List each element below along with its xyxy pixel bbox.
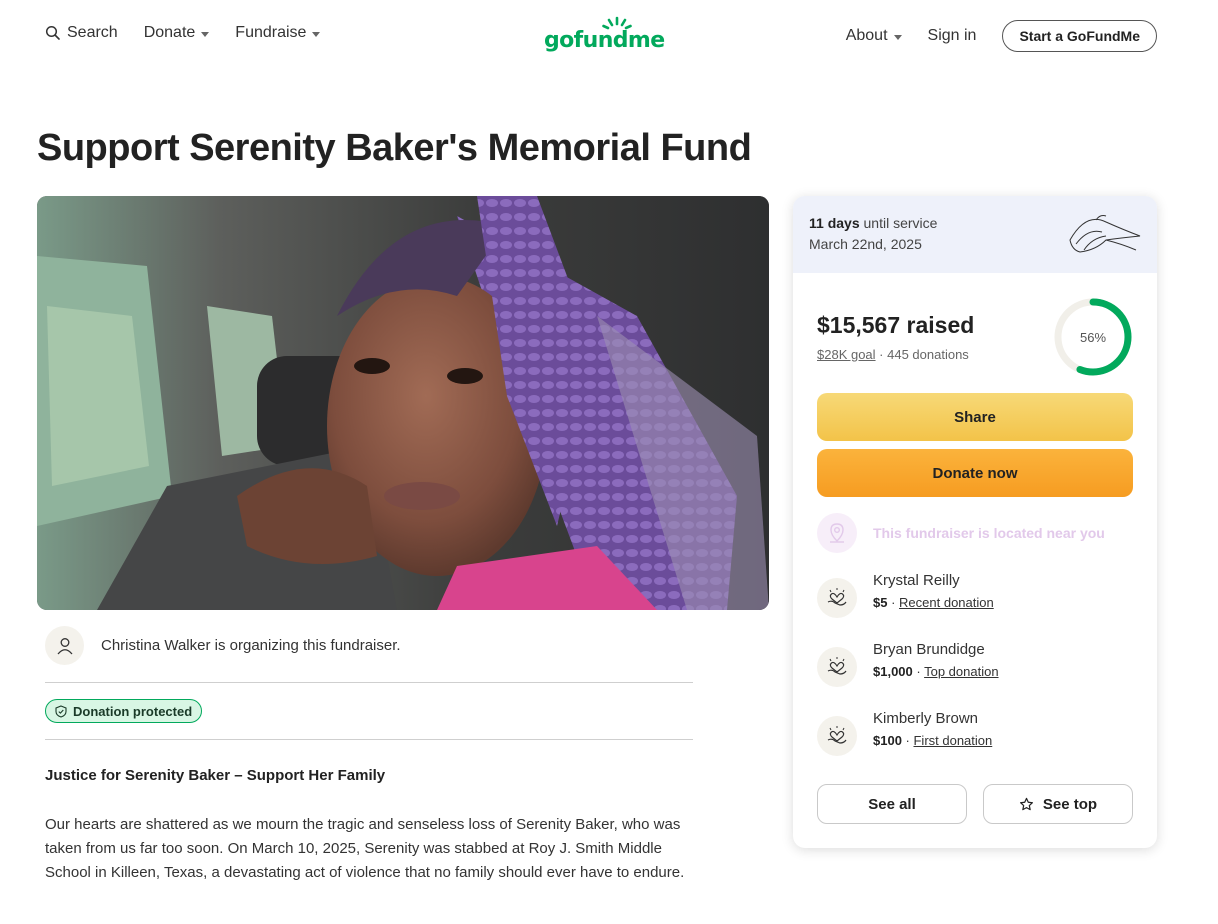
nav-left: Search Donate Fundraise [45,24,321,42]
campaign-photo[interactable] [37,196,769,610]
donor-separator: · [912,664,925,679]
share-button[interactable]: Share [817,393,1133,441]
donation-protected-label: Donation protected [73,703,193,719]
page-title: Support Serenity Baker's Memorial Fund [37,127,752,169]
person-icon [56,637,73,654]
donor-detail: $5 · Recent donation [873,595,994,610]
donate-menu[interactable]: Donate [144,24,210,42]
start-gofundme-button[interactable]: Start a GoFundMe [1002,20,1157,52]
nav-right: About Sign in Start a GoFundMe [846,20,1157,52]
logo-text: gofundme [544,28,665,53]
donor-info: Kimberly Brown $100 · First donation [873,710,992,748]
start-gofundme-label: Start a GoFundMe [1019,28,1140,44]
heart-hand-icon [817,647,857,687]
near-you-row: This fundraiser is located near you [817,513,1105,553]
amount-raised: $15,567 raised [817,312,975,338]
chevron-down-icon [893,34,902,40]
donate-menu-label: Donate [143,24,196,41]
goal-link[interactable]: $28K goal [817,347,876,362]
donor-amount: $5 [873,595,888,610]
donation-protected-badge[interactable]: Donation protected [45,699,203,723]
sign-in-link[interactable]: Sign in [928,27,977,45]
donor-separator: · [901,733,914,748]
story-paragraph: Our hearts are shattered as we mourn the… [45,816,685,881]
donor-item: Kimberly Brown $100 · First donation [817,710,992,756]
about-menu-label: About [845,27,888,44]
organizer-avatar[interactable] [45,626,84,665]
star-icon [1019,797,1033,810]
fundraise-menu[interactable]: Fundraise [235,24,321,42]
donate-now-button[interactable]: Donate now [817,449,1133,497]
chevron-down-icon [201,31,210,37]
donor-type-link[interactable]: Recent donation [899,595,994,610]
lily-flower-icon [1069,215,1141,253]
shield-icon [55,704,67,718]
service-banner: 11 days until service March 22nd, 2025 [793,196,1157,273]
see-top-label: See top [1042,795,1098,813]
search-icon [45,25,60,40]
about-menu[interactable]: About [846,27,902,45]
chevron-down-icon [312,31,321,37]
divider [45,739,693,740]
share-label: Share [954,408,996,426]
donation-count: 445 donations [887,347,969,362]
days-count: 11 days [809,215,860,231]
search-button[interactable]: Search [45,24,118,42]
top-nav: Search Donate Fundraise gofundme About S… [0,0,1218,72]
fundraise-menu-label: Fundraise [235,24,307,41]
see-all-label: See all [868,795,916,813]
near-you-text: This fundraiser is located near you [873,525,1105,541]
donor-amount: $1,000 [873,664,913,679]
progress-percent: 56% [1079,329,1107,345]
donor-type-link[interactable]: Top donation [924,664,998,679]
see-top-button[interactable]: See top [983,784,1133,824]
donor-type-link[interactable]: First donation [913,733,992,748]
search-label: Search [67,24,118,41]
donor-amount: $100 [873,733,902,748]
donor-info: Bryan Brundidge $1,000 · Top donation [873,641,999,679]
story-title: Justice for Serenity Baker – Support Her… [45,767,386,784]
donor-item: Bryan Brundidge $1,000 · Top donation [817,641,999,687]
heart-hand-icon [817,578,857,618]
organizer-row: Christina Walker is organizing this fund… [45,626,401,665]
heart-hand-icon [817,716,857,756]
donor-name: Kimberly Brown [873,710,979,727]
donor-name: Bryan Brundidge [873,641,985,658]
donate-now-label: Donate now [932,464,1018,482]
gofundme-logo[interactable]: gofundme [544,16,665,56]
see-all-button[interactable]: See all [817,784,967,824]
organizer-text: Christina Walker is organizing this fund… [101,637,401,654]
donation-card: 11 days until service March 22nd, 2025 $… [793,196,1157,848]
goal-separator: · [875,347,888,362]
divider [45,682,693,683]
donor-detail: $1,000 · Top donation [873,664,999,679]
donor-name: Krystal Reilly [873,572,960,589]
donor-detail: $100 · First donation [873,733,992,748]
donor-info: Krystal Reilly $5 · Recent donation [873,572,994,610]
location-pin-icon [817,513,857,553]
days-suffix: until service [859,215,938,231]
donor-item: Krystal Reilly $5 · Recent donation [817,572,994,618]
goal-line: $28K goal · 445 donations [817,347,969,362]
donor-separator: · [887,595,900,610]
